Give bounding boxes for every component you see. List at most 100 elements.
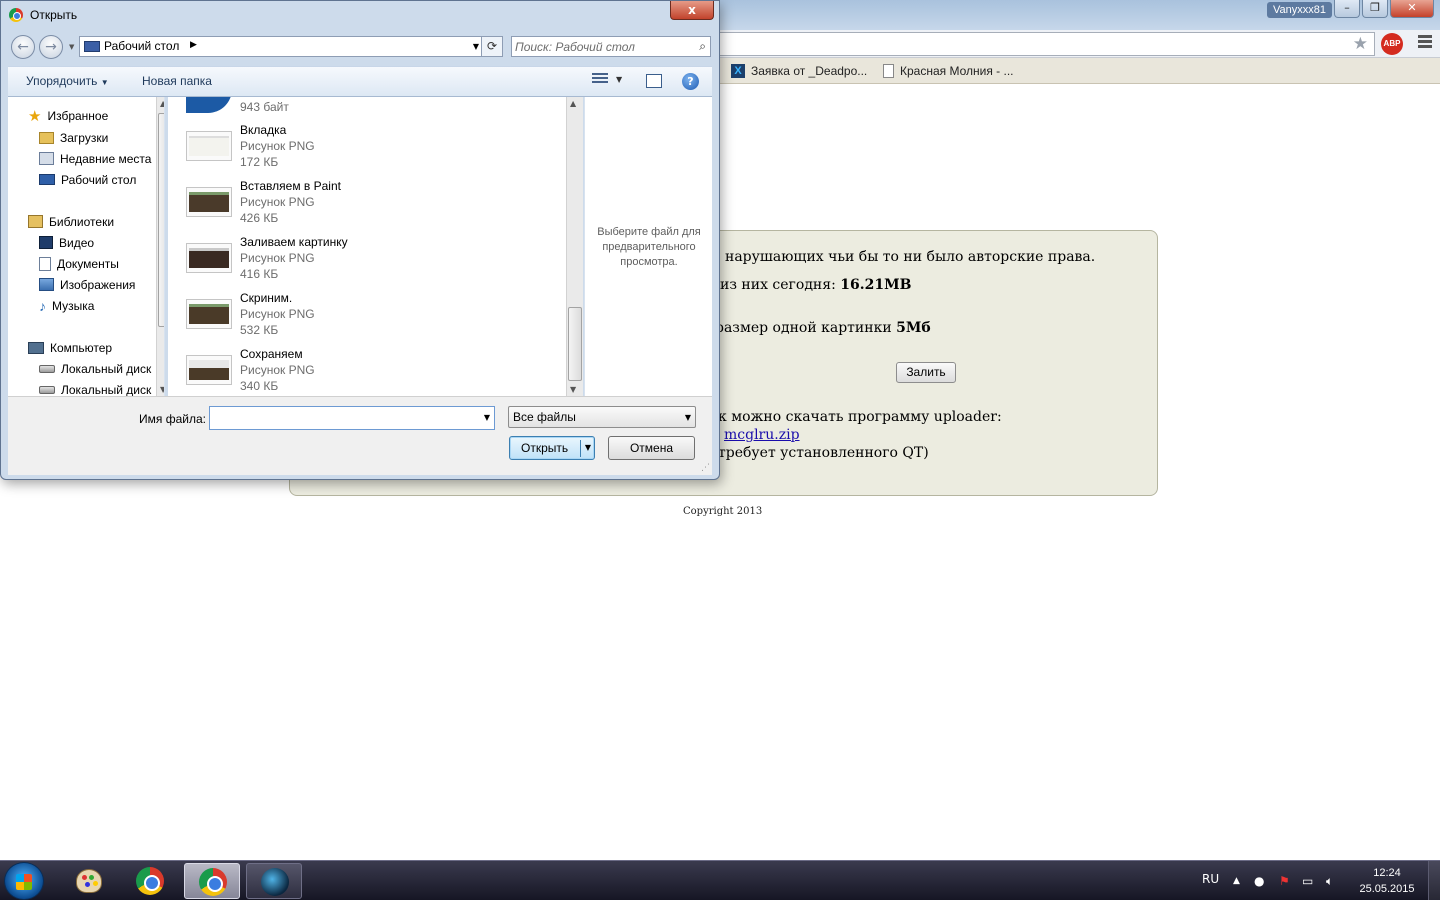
new-folder-button[interactable]: Новая папка — [142, 74, 212, 88]
scrollbar-thumb[interactable] — [568, 307, 582, 381]
location-text[interactable]: Рабочий стол — [104, 39, 179, 53]
organize-label: Упорядочить — [26, 74, 98, 88]
nav-desktop[interactable]: Рабочий стол — [39, 170, 136, 189]
scroll-up-icon[interactable]: ▲ — [160, 99, 164, 108]
file-list-scrollbar[interactable]: ▲ ▼ — [566, 97, 583, 396]
navigation-pane: ★ Избранное Загрузки Недавние места Рабо… — [8, 97, 165, 396]
nav-downloads[interactable]: Загрузки — [39, 128, 108, 147]
refresh-button[interactable]: ⟳ — [481, 36, 503, 57]
location-dropdown-icon[interactable]: ▼ — [473, 42, 479, 51]
today-label: из них сегодня: — [720, 277, 841, 293]
file-item[interactable]: Вставляем в Paint Рисунок PNG 426 КБ — [186, 179, 556, 233]
start-button[interactable] — [4, 862, 44, 900]
bookmark-item[interactable]: Красная Молния - ... — [883, 63, 1014, 79]
nav-recent-places[interactable]: Недавние места — [39, 149, 151, 168]
dialog-close-button[interactable]: x — [670, 1, 714, 20]
clock-time: 12:24 — [1373, 867, 1401, 879]
language-indicator[interactable]: RU — [1202, 872, 1219, 886]
nav-music[interactable]: ♪ Музыка — [39, 296, 94, 315]
nav-videos[interactable]: Видео — [39, 233, 94, 252]
max-size-value: 5Мб — [896, 320, 931, 336]
view-dropdown-icon[interactable]: ▼ — [616, 75, 622, 84]
scrollbar-thumb[interactable] — [158, 113, 164, 327]
volume-icon[interactable]: 🔈︎ — [1326, 874, 1333, 889]
taskbar-app[interactable] — [246, 863, 302, 899]
bookmark-star-icon[interactable]: ★ — [1353, 34, 1368, 54]
clock[interactable]: 12:24 25.05.2015 — [1355, 865, 1419, 897]
scroll-up-icon[interactable]: ▲ — [570, 99, 576, 108]
nav-libraries[interactable]: Библиотеки — [28, 212, 114, 231]
dialog-titlebar[interactable]: Открыть x — [1, 1, 719, 31]
preview-pane-icon[interactable] — [646, 74, 662, 88]
scroll-down-icon[interactable]: ▼ — [570, 385, 576, 394]
search-input[interactable] — [515, 38, 685, 55]
nav-label: Локальный диск — [61, 382, 152, 397]
profile-badge[interactable]: Vanyxxx81 — [1267, 2, 1332, 18]
cancel-button[interactable]: Отмена — [608, 436, 695, 460]
nav-label: Рабочий стол — [61, 172, 137, 187]
file-name: Вставляем в Paint — [240, 179, 341, 193]
copyright: Copyright 2013 — [683, 506, 763, 517]
file-size: 172 КБ — [240, 155, 279, 169]
action-center-icon[interactable]: ⚑ — [1279, 874, 1290, 888]
taskbar-paint[interactable] — [60, 863, 116, 899]
filename-dropdown-icon[interactable]: ▼ — [484, 413, 490, 422]
nav-documents[interactable]: Документы — [39, 254, 119, 273]
file-item[interactable]: Сохраняем Рисунок PNG 340 КБ — [186, 347, 556, 396]
documents-icon — [39, 256, 51, 271]
taskbar-chrome-active[interactable] — [184, 863, 240, 899]
file-size: 416 КБ — [240, 267, 279, 281]
taskbar-chrome-pinned[interactable] — [122, 863, 178, 899]
close-window-button[interactable]: ✕ — [1390, 0, 1434, 18]
filetype-select[interactable]: Все файлы ▼ — [508, 406, 696, 428]
qt-note: требует установленного QT) — [718, 445, 929, 461]
show-desktop-button[interactable] — [1428, 861, 1440, 900]
address-bar[interactable]: ★ — [720, 32, 1375, 56]
nav-local-disk[interactable]: Локальный диск — [39, 359, 151, 378]
scroll-down-icon[interactable]: ▼ — [160, 385, 164, 394]
chrome-menu-icon[interactable] — [1418, 35, 1432, 50]
network-icon[interactable]: ▭ — [1302, 874, 1313, 888]
desktop-folder-icon — [84, 41, 100, 52]
breadcrumb-arrow-icon[interactable]: ▶ — [190, 40, 197, 50]
resize-grip-icon[interactable]: ⋰ — [701, 463, 710, 473]
uploader-link[interactable]: mcglru.zip — [724, 427, 800, 443]
bookmark-item[interactable]: X Заявка от _Deadpo... — [731, 63, 867, 79]
file-item[interactable]: Вкладка Рисунок PNG 172 КБ — [186, 123, 556, 177]
file-item[interactable]: Скриним. Рисунок PNG 532 КБ — [186, 291, 556, 345]
nav-scrollbar[interactable]: ▲ ▼ — [156, 97, 164, 396]
open-button[interactable]: Открыть ▼ — [509, 436, 595, 460]
maximize-button[interactable]: ❐ — [1362, 0, 1388, 18]
open-file-dialog: Открыть x ← → ▼ Рабочий стол ▶ ▼ ⟳ ⌕ Упо… — [0, 0, 720, 480]
music-icon: ♪ — [39, 297, 46, 314]
nav-computer[interactable]: Компьютер — [28, 338, 112, 357]
search-icon[interactable]: ⌕ — [699, 39, 706, 54]
file-item[interactable]: Заливаем картинку Рисунок PNG 416 КБ — [186, 235, 556, 289]
show-hidden-icons[interactable]: ▲ — [1233, 876, 1240, 886]
search-box[interactable]: ⌕ — [511, 36, 711, 57]
view-options-icon[interactable] — [592, 73, 608, 87]
nav-label: Избранное — [47, 108, 109, 123]
adblock-icon[interactable]: ABP — [1381, 33, 1403, 55]
location-bar[interactable]: Рабочий стол ▶ ▼ — [79, 36, 484, 57]
nav-local-disk[interactable]: Локальный диск — [39, 380, 151, 396]
upload-button[interactable]: Залить — [896, 362, 956, 383]
help-icon[interactable]: ? — [682, 73, 699, 90]
nav-favorites[interactable]: ★ Избранное — [28, 106, 108, 125]
filename-input[interactable] — [213, 409, 469, 427]
file-type: Рисунок PNG — [240, 307, 315, 321]
app-tray-icon[interactable]: ● — [1254, 874, 1264, 888]
forward-button[interactable]: → — [39, 35, 63, 59]
file-size: 340 КБ — [240, 379, 279, 393]
filename-combobox[interactable]: ▼ — [209, 406, 495, 430]
nav-pictures[interactable]: Изображения — [39, 275, 135, 294]
file-name: Сохраняем — [240, 347, 303, 361]
window-controls: – ❐ ✕ — [1334, 0, 1434, 18]
star-icon: ★ — [28, 107, 42, 125]
png-thumbnail-icon — [186, 299, 232, 329]
recent-locations-dropdown[interactable]: ▼ — [69, 43, 74, 51]
organize-menu[interactable]: Упорядочить ▼ — [26, 74, 109, 88]
open-options-dropdown-icon[interactable]: ▼ — [585, 443, 591, 452]
minimize-button[interactable]: – — [1334, 0, 1360, 18]
back-button[interactable]: ← — [11, 35, 35, 59]
